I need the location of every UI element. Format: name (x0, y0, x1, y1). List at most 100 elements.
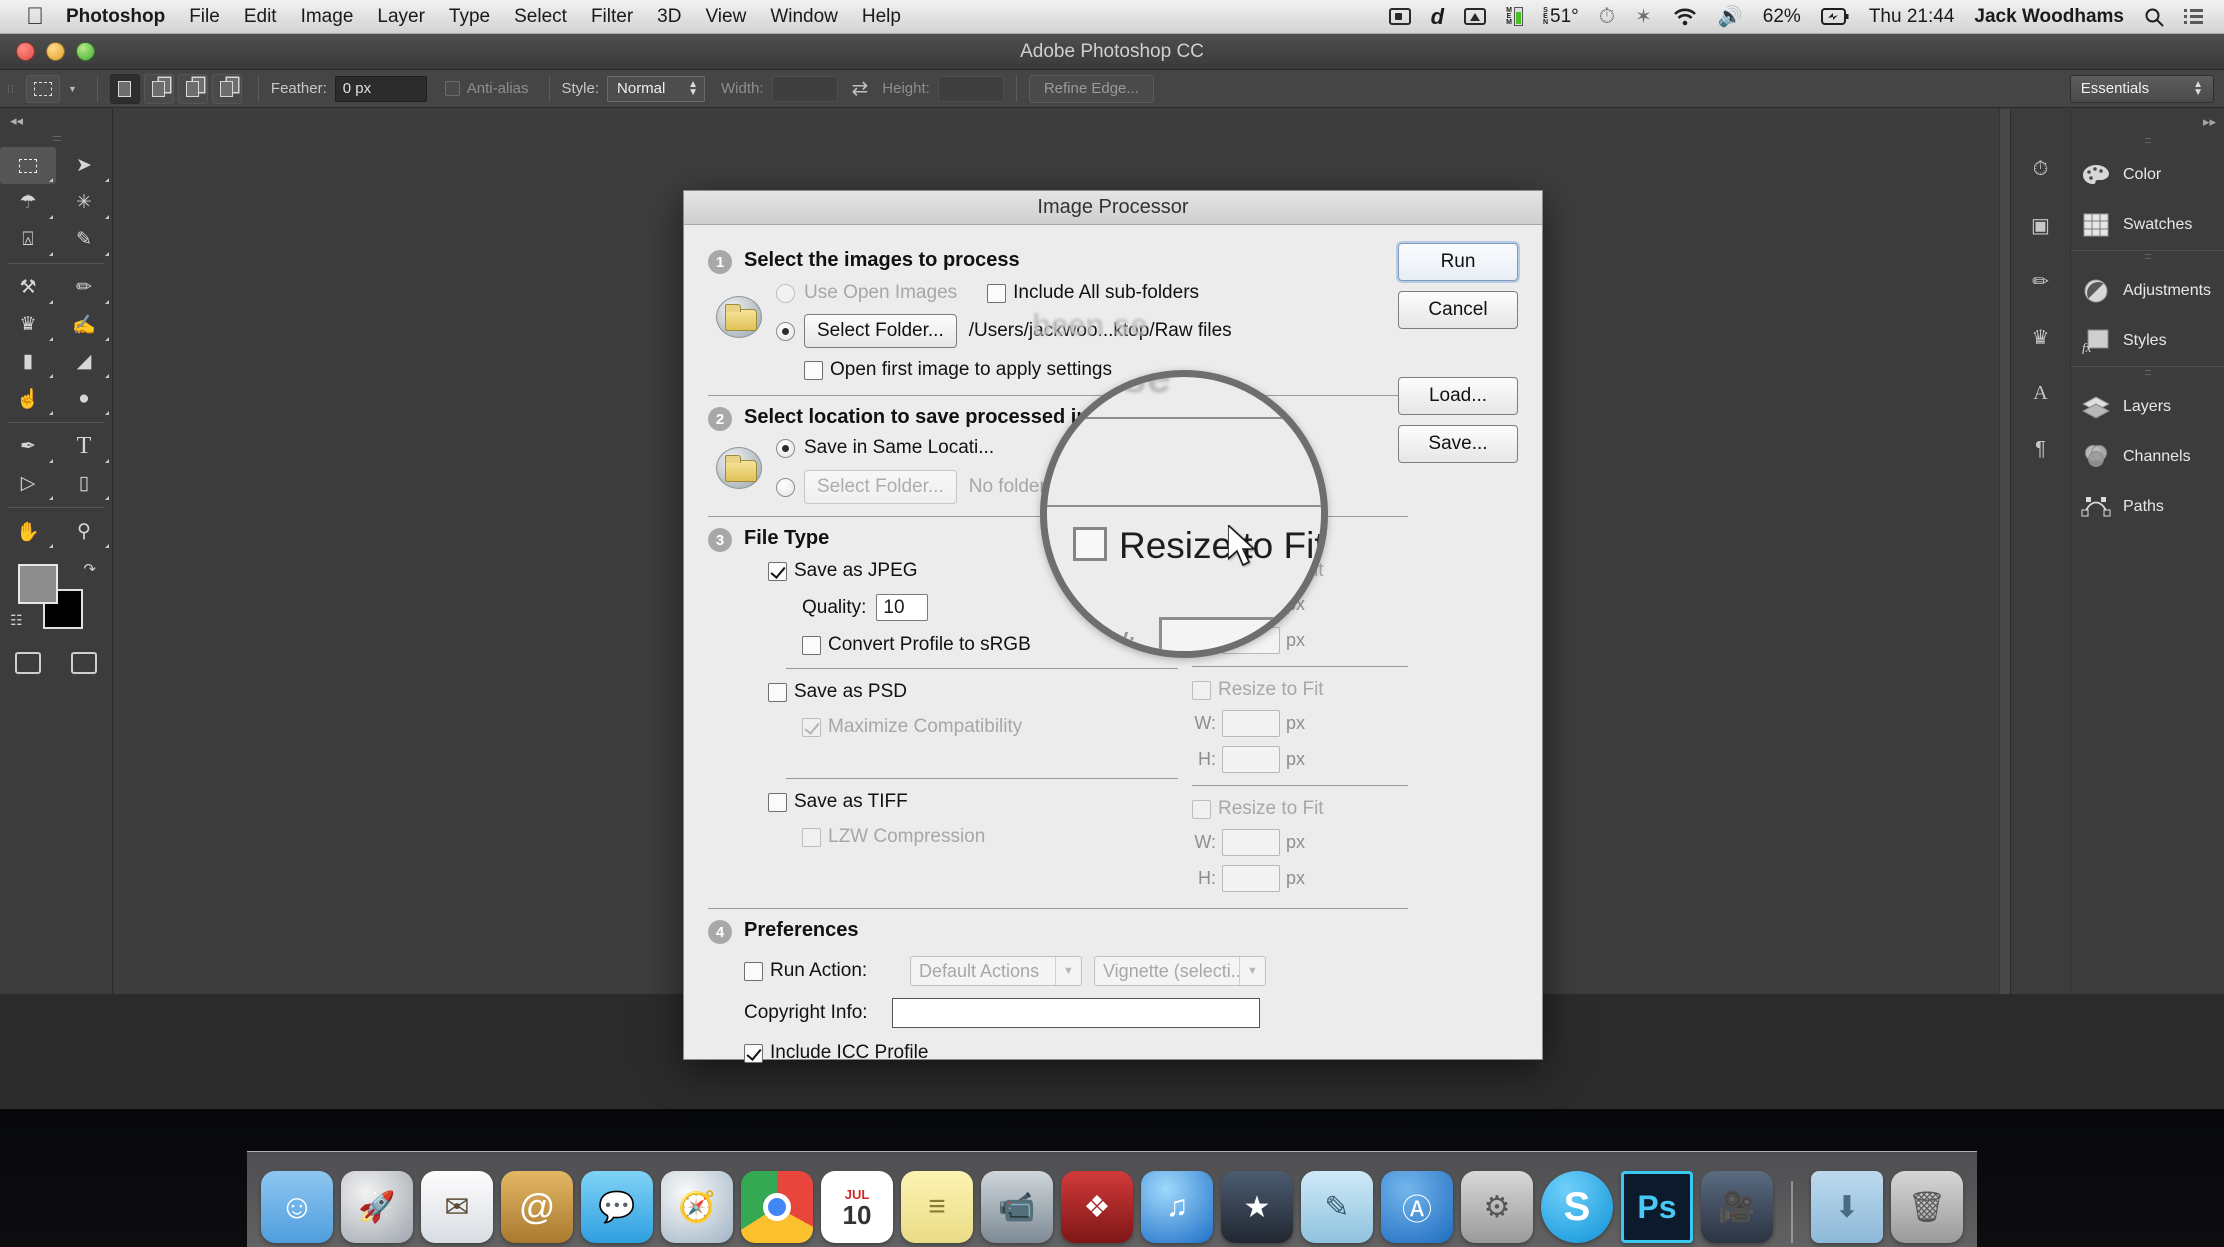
feather-input[interactable]: 0 px (334, 75, 427, 102)
history-panel-icon[interactable]: ⏱ (2011, 141, 2070, 197)
jpeg-quality-input[interactable]: 10 (876, 594, 929, 621)
user-account-name[interactable]: Jack Woodhams (1974, 6, 2124, 28)
quick-mask-mode-button[interactable] (15, 652, 41, 674)
panel-item-color[interactable]: Color (2071, 150, 2224, 200)
sensor-temperature-indicator[interactable]: SEN 51° (1543, 6, 1579, 28)
battery-icon[interactable] (1820, 8, 1849, 25)
paint-bucket-tool[interactable]: ◢ (56, 343, 112, 380)
chevron-down-icon[interactable]: ▼ (68, 84, 77, 94)
rectangle-tool[interactable]: ▯ (56, 465, 112, 502)
menu-item-window[interactable]: Window (770, 6, 838, 28)
dock-item-launchpad[interactable]: 🚀 (341, 1171, 413, 1243)
blur-tool[interactable]: ☝ (0, 380, 56, 417)
dock-item-final-cut[interactable]: 🎥 (1701, 1171, 1773, 1243)
lasso-tool[interactable]: ☂ (0, 184, 56, 221)
dock-item-calendar[interactable]: JUL 10 (821, 1171, 893, 1243)
panels-collapse-button[interactable]: ▸▸ (2071, 109, 2224, 135)
dock-item-contacts[interactable]: @ (501, 1171, 573, 1243)
save-same-location-radio[interactable] (776, 438, 795, 458)
dock-item-system-preferences[interactable]: ⚙ (1461, 1171, 1533, 1243)
tiff-height-input[interactable] (1222, 865, 1280, 892)
dock-item-chrome[interactable] (741, 1171, 813, 1243)
dock-item-downloads-folder[interactable]: ⬇ (1811, 1171, 1883, 1243)
maximize-compatibility-checkbox[interactable] (802, 717, 821, 737)
action-set-select[interactable]: Default Actions ▼ (910, 956, 1082, 986)
zoom-tool[interactable]: ⚲ (56, 513, 112, 550)
save-as-jpeg-checkbox[interactable] (768, 561, 787, 581)
move-tool[interactable]: ➤ (56, 147, 112, 184)
action-select[interactable]: Vignette (selecti... ▼ (1094, 956, 1266, 986)
dock-item-imovie[interactable]: ★ (1221, 1171, 1293, 1243)
dock-item-app-store[interactable]: Ⓐ (1381, 1171, 1453, 1243)
psd-width-input[interactable] (1222, 710, 1280, 737)
save-as-tiff-checkbox[interactable] (768, 792, 787, 812)
path-selection-tool[interactable]: ▷ (0, 465, 56, 502)
psd-height-input[interactable] (1222, 746, 1280, 773)
menu-item-edit[interactable]: Edit (244, 6, 277, 28)
panel-item-layers[interactable]: Layers (2071, 382, 2224, 432)
paragraph-panel-icon[interactable]: ¶ (2011, 421, 2070, 477)
pen-tool[interactable]: ✒ (0, 428, 56, 465)
panel-item-channels[interactable]: Channels (2071, 432, 2224, 482)
dock-item-skype[interactable]: S (1541, 1171, 1613, 1243)
style-select[interactable]: Normal ▲ ▼ (607, 75, 706, 102)
panel-group-grip[interactable]: :::::: (2071, 135, 2224, 150)
brush-panel-icon[interactable]: ✏ (2011, 253, 2070, 309)
bluetooth-icon[interactable]: ✶ (1635, 4, 1652, 29)
menu-item-help[interactable]: Help (862, 6, 901, 28)
menu-item-3d[interactable]: 3D (657, 6, 681, 28)
clone-stamp-tool[interactable]: ♛ (0, 306, 56, 343)
tools-panel-grip[interactable]: :::::::: (0, 133, 112, 147)
swap-colors-icon[interactable]: ↷ (83, 560, 96, 578)
dock-item-iphoto[interactable]: ❖ (1061, 1171, 1133, 1243)
height-input[interactable] (937, 75, 1004, 102)
time-machine-icon[interactable]: ⏱ (1599, 5, 1615, 29)
save-button[interactable]: Save... (1398, 425, 1518, 463)
type-tool[interactable]: T (56, 428, 112, 465)
menu-item-file[interactable]: File (189, 6, 220, 28)
select-folder-button[interactable]: Select Folder... (804, 314, 957, 348)
menu-item-type[interactable]: Type (449, 6, 490, 28)
dock-item-mail[interactable]: ✉ (421, 1171, 493, 1243)
include-subfolders-checkbox[interactable] (987, 283, 1007, 303)
volume-icon[interactable]: 🔊 (1718, 4, 1743, 29)
menu-item-select[interactable]: Select (514, 6, 567, 28)
memory-monitor-icon[interactable]: MEM (1506, 7, 1523, 26)
screen-mode-button[interactable] (71, 652, 97, 674)
run-action-checkbox[interactable] (744, 961, 763, 981)
dock-item-itunes[interactable]: ♫ (1141, 1171, 1213, 1243)
swap-width-height-icon[interactable]: ⇄ (852, 76, 869, 101)
menu-item-layer[interactable]: Layer (377, 6, 425, 28)
width-input[interactable] (771, 75, 838, 102)
character-panel-icon[interactable]: A (2011, 365, 2070, 421)
dropbox-icon[interactable]: d (1431, 4, 1444, 30)
hand-tool[interactable]: ✋ (0, 513, 56, 550)
save-as-psd-checkbox[interactable] (768, 682, 787, 702)
dock-item-safari[interactable]: 🧭 (661, 1171, 733, 1243)
options-bar-grip[interactable]: :::::: (6, 84, 16, 93)
dock-item-finder[interactable]: ☺ (261, 1171, 333, 1243)
intersect-selection-button[interactable] (211, 73, 242, 104)
history-brush-tool[interactable]: ✍ (56, 306, 112, 343)
save-select-folder-button[interactable]: Select Folder... (804, 470, 957, 504)
menu-item-image[interactable]: Image (301, 6, 354, 28)
run-button[interactable]: Run (1398, 243, 1518, 281)
open-first-image-checkbox[interactable] (804, 360, 823, 380)
magic-wand-tool[interactable]: ✳ (56, 184, 112, 221)
notification-center-icon[interactable] (2184, 8, 2204, 26)
select-folder-radio[interactable] (776, 321, 795, 341)
use-open-images-radio[interactable] (776, 283, 795, 303)
foreground-color-swatch[interactable] (18, 564, 58, 604)
dodge-tool[interactable]: ● (56, 380, 112, 417)
load-button[interactable]: Load... (1398, 377, 1518, 415)
panel-item-paths[interactable]: Paths (2071, 482, 2224, 532)
vertical-scrollbar[interactable] (2001, 749, 2009, 809)
menu-item-photoshop[interactable]: Photoshop (66, 6, 165, 28)
tiff-width-input[interactable] (1222, 829, 1280, 856)
dock-item-photoshop[interactable]: Ps (1621, 1171, 1693, 1243)
screen-recording-icon[interactable] (1388, 8, 1411, 25)
rectangular-marquee-icon[interactable] (26, 74, 60, 103)
menu-item-view[interactable]: View (705, 6, 746, 28)
dock-item-preview[interactable]: ✎ (1301, 1171, 1373, 1243)
panel-group-grip[interactable]: :::::: (2071, 251, 2224, 266)
